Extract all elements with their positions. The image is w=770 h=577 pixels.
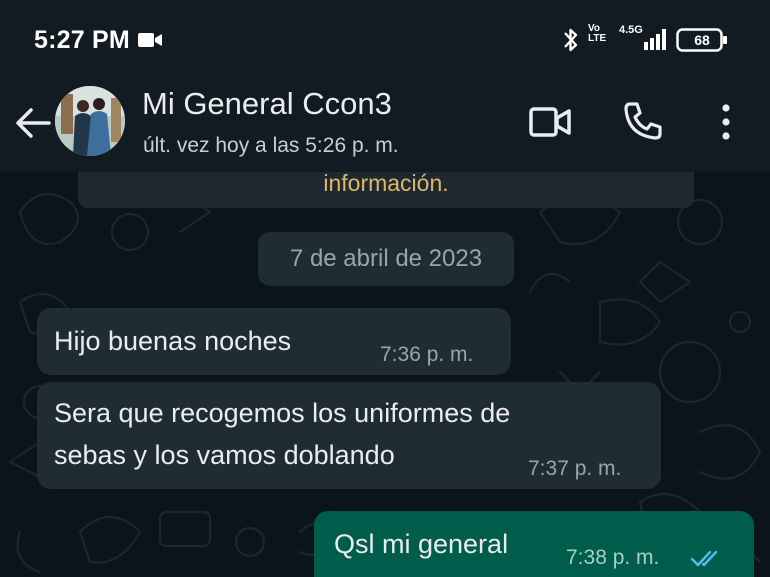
message-time: 7:37 p. m.	[528, 457, 622, 480]
system-message-text: información.	[323, 172, 449, 196]
last-seen-status: últ. vez hoy a las 5:26 p. m.	[143, 134, 399, 157]
read-receipt-icon	[690, 550, 718, 567]
avatar-photo	[55, 86, 125, 156]
message-text: Qsl mi general	[334, 529, 509, 559]
signal-strength-icon	[644, 29, 666, 50]
message-time: 7:36 p. m.	[380, 343, 474, 366]
message-text-line-2: sebas y los vamos doblando	[54, 440, 395, 470]
contact-name[interactable]: Mi General Ccon3	[142, 86, 392, 122]
more-options-icon[interactable]	[717, 102, 735, 142]
battery-level: 68	[694, 32, 710, 48]
back-arrow-icon[interactable]	[14, 104, 52, 142]
volte-bottom-label: LTE	[588, 33, 607, 44]
voice-call-icon[interactable]	[622, 100, 664, 142]
message-text-line-1: Sera que recogemos los uniformes de	[54, 398, 511, 428]
message-text: Hijo buenas noches	[54, 326, 292, 356]
volte-indicator: Vo LTE	[588, 24, 606, 44]
video-call-icon[interactable]	[528, 104, 572, 140]
date-separator-label: 7 de abril de 2023	[289, 245, 483, 272]
message-time: 7:38 p. m.	[566, 546, 660, 569]
chat-area[interactable]: información. 7 de abril de 2023 Hijo bue…	[0, 172, 770, 577]
contact-avatar[interactable]	[55, 86, 125, 156]
status-time: 5:27 PM	[34, 26, 130, 54]
video-record-icon	[138, 33, 162, 47]
bluetooth-icon	[564, 28, 578, 52]
